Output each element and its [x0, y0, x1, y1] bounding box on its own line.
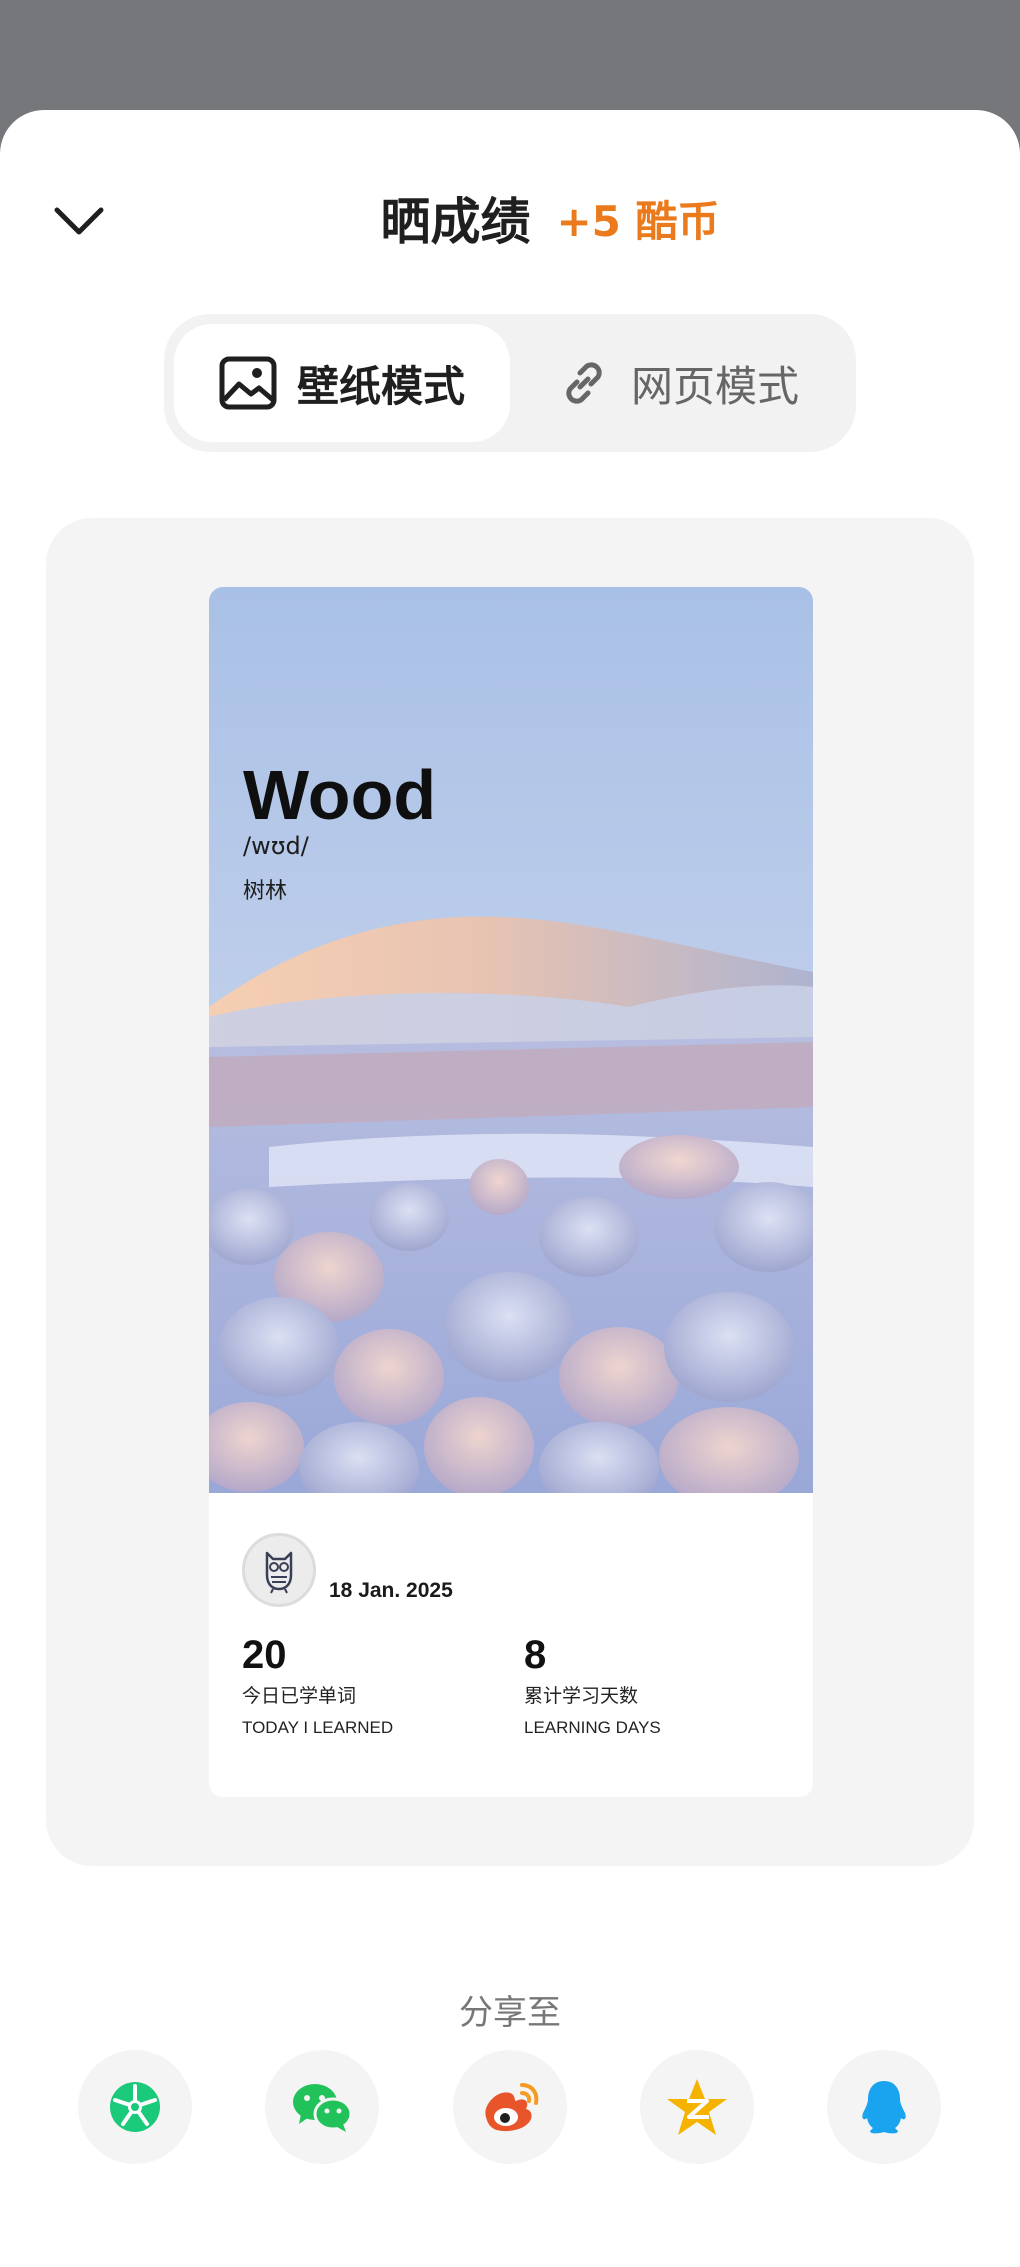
coin-reward: +5 酷币: [556, 196, 720, 246]
stat-label-cn: 今日已学单词: [242, 1685, 357, 1707]
stat-label-en: TODAY I LEARNED: [242, 1718, 394, 1737]
snowy-forest-image: [209, 587, 813, 1493]
moments-icon: [110, 2082, 160, 2132]
page-title: 晒成绩: [380, 193, 531, 251]
share-qq-button[interactable]: [827, 2050, 941, 2164]
tab-webpage-mode[interactable]: 网页模式: [510, 324, 846, 442]
share-moments-button[interactable]: [78, 2050, 192, 2164]
tab-webpage-label: 网页模式: [630, 361, 799, 411]
wallpaper-card: Wood /wʊd/ 树林 18 Jan. 2025 20 今日已学单词 TOD…: [209, 587, 813, 1797]
qq-icon: [862, 2081, 906, 2134]
stat-label-cn: 累计学习天数: [524, 1685, 639, 1707]
word-phonetic: /wʊd/: [243, 832, 309, 860]
preview-panel: Wood /wʊd/ 树林 18 Jan. 2025 20 今日已学单词 TOD…: [46, 518, 974, 1866]
stat-number: 20: [242, 1633, 287, 1677]
owl-icon: [265, 1551, 293, 1594]
image-icon: [219, 356, 277, 410]
word-meaning: 树林: [243, 879, 288, 904]
qzone-icon: [667, 2079, 727, 2135]
link-icon: [566, 362, 602, 404]
stat-learning-days: 8 累计学习天数 LEARNING DAYS: [524, 1633, 661, 1738]
stat-today-learned: 20 今日已学单词 TODAY I LEARNED: [242, 1633, 393, 1738]
wechat-icon: [293, 2084, 353, 2132]
share-label: 分享至: [459, 1993, 561, 2033]
share-weibo-button[interactable]: [453, 2050, 567, 2164]
share-targets: [0, 2050, 1020, 2164]
stat-label-en: LEARNING DAYS: [524, 1718, 661, 1737]
landscape-photo: Wood /wʊd/ 树林: [209, 587, 813, 1493]
avatar: [242, 1533, 316, 1607]
weibo-icon: [485, 2083, 539, 2132]
mode-switch: 壁纸模式 网页模式: [164, 314, 856, 452]
stat-number: 8: [524, 1633, 547, 1677]
tab-wallpaper-mode[interactable]: 壁纸模式: [174, 324, 510, 442]
word-title: Wood: [243, 756, 437, 834]
card-date: 18 Jan. 2025: [329, 1579, 453, 1602]
share-sheet: 晒成绩 +5 酷币 壁纸模式 网页模式 Wood /wʊd/ 树林 18 Jan…: [0, 110, 1020, 2267]
share-qzone-button[interactable]: [640, 2050, 754, 2164]
share-wechat-button[interactable]: [265, 2050, 379, 2164]
page: 晒成绩 +5 酷币 壁纸模式 网页模式 Wood /wʊd/ 树林 18 Jan…: [0, 0, 1020, 2267]
tab-wallpaper-label: 壁纸模式: [296, 361, 465, 411]
title-row: 晒成绩 +5 酷币: [0, 182, 1020, 254]
card-info: 18 Jan. 2025 20 今日已学单词 TODAY I LEARNED 8…: [209, 1493, 813, 1797]
